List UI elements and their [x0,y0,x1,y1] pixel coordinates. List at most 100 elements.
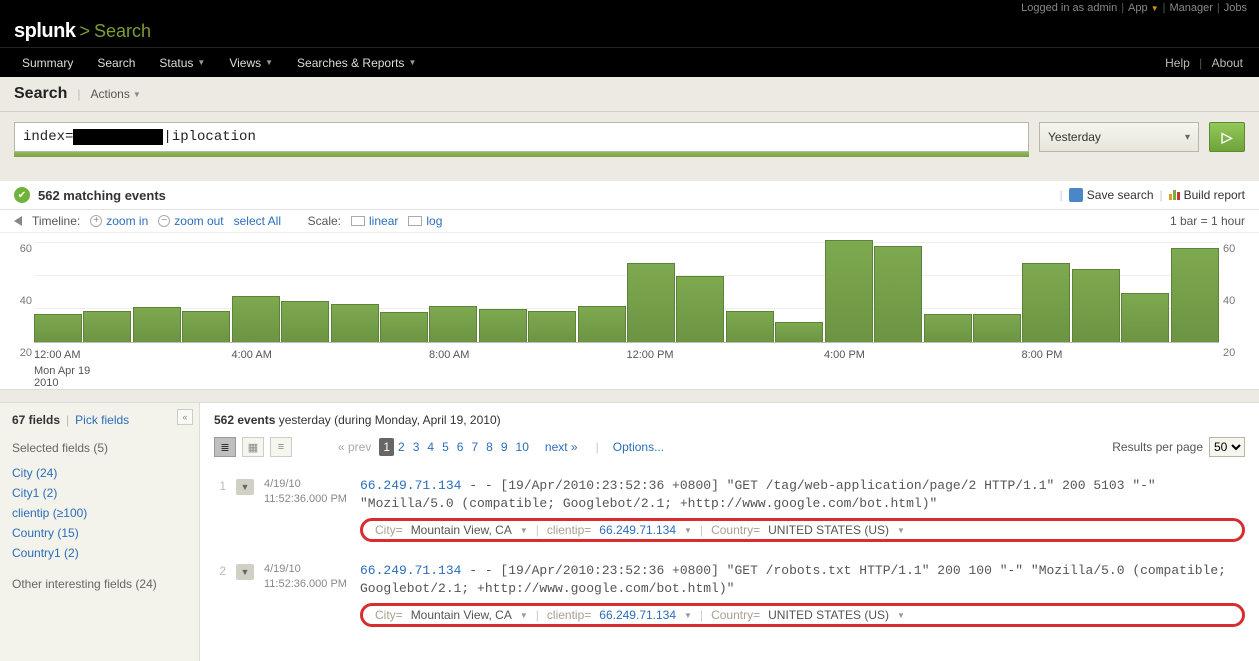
sep: | [1163,2,1166,14]
field-item[interactable]: clientip (≥100) [12,503,187,523]
sep: | [66,413,69,427]
build-report-button[interactable]: Build report [1169,188,1245,202]
prev-page[interactable]: « prev [338,440,371,454]
page-number[interactable]: 1 [379,438,394,456]
field-item[interactable]: Country (15) [12,523,187,543]
event-number: 2 [214,562,226,627]
page-number[interactable]: 7 [467,438,482,456]
timeline-bar[interactable] [578,306,626,342]
timeline-bar[interactable] [1072,269,1120,342]
other-fields-header[interactable]: Other interesting fields (24) [12,577,187,591]
fields-sidebar: « 67 fields | Pick fields Selected field… [0,403,200,661]
about-link[interactable]: About [1206,56,1249,70]
field-item[interactable]: Country1 (2) [12,543,187,563]
y-tick: 20 [10,347,32,359]
timeline-bar[interactable] [479,309,527,342]
timeline-bar[interactable] [1022,263,1070,342]
page-number[interactable]: 2 [394,438,409,456]
timeline-bar[interactable] [775,322,823,342]
expand-event-button[interactable]: ▼ [236,479,254,495]
actions-menu[interactable]: Actions ▼ [91,87,141,101]
field-clientip[interactable]: 66.249.71.134 [599,523,676,537]
page-number[interactable]: 6 [453,438,468,456]
rpp-select[interactable]: 50 [1209,437,1245,457]
clientip-value[interactable]: 66.249.71.134 [360,563,461,578]
select-all-link[interactable]: select All [234,214,281,228]
search-input[interactable]: index= | iplocation [14,122,1029,152]
sep: | [1121,2,1124,14]
page-number[interactable]: 9 [497,438,512,456]
page-number[interactable]: 10 [512,438,533,456]
page-number[interactable]: 3 [409,438,424,456]
expand-event-button[interactable]: ▼ [236,564,254,580]
app-menu[interactable]: App ▼ [1128,2,1159,14]
bottom-split: « 67 fields | Pick fields Selected field… [0,403,1259,661]
jobs-link[interactable]: Jobs [1224,2,1247,14]
page-number[interactable]: 4 [423,438,438,456]
page-number[interactable]: 5 [438,438,453,456]
timeline-bar[interactable] [726,311,774,342]
timeline-bar[interactable] [874,246,922,342]
timeline-collapse-icon[interactable] [14,216,22,226]
viewmode-raw-button[interactable]: ≡ [270,437,292,457]
timeline-bar[interactable] [973,314,1021,342]
nav-search[interactable]: Search [85,56,147,70]
nav-status[interactable]: Status▼ [147,56,217,70]
timeline-chart[interactable]: 604020 604020 12:00 AM4:00 AM8:00 AM12:0… [0,233,1259,389]
viewmode-list-button[interactable]: ≣ [214,437,236,457]
timeline-bar[interactable] [232,296,280,342]
manager-link[interactable]: Manager [1169,2,1212,14]
field-item[interactable]: City (24) [12,463,187,483]
field-key: Country= [711,608,760,622]
app-name: Search [94,21,151,42]
timeline-bar[interactable] [924,314,972,342]
field-country[interactable]: UNITED STATES (US) [768,523,889,537]
timeline-bar[interactable] [182,311,230,342]
save-search-button[interactable]: Save search [1069,188,1154,202]
field-country[interactable]: UNITED STATES (US) [768,608,889,622]
timeline-bar[interactable] [627,263,675,342]
field-key: City= [375,523,403,537]
status-ok-icon: ✔ [14,187,30,203]
selected-fields-header: Selected fields (5) [12,441,187,455]
timeline-bar[interactable] [676,276,724,342]
timeline-bar[interactable] [528,311,576,342]
scale-log-toggle[interactable]: log [408,214,442,228]
timeline-bar[interactable] [83,311,131,342]
search-submit-button[interactable]: ▷ [1209,122,1245,152]
pick-fields-link[interactable]: Pick fields [75,413,129,427]
timeline-bar[interactable] [281,301,329,342]
match-count: 562 matching events [38,188,166,203]
collapse-sidebar-button[interactable]: « [177,409,193,425]
timeline-bar[interactable] [34,314,82,342]
y-tick: 60 [1223,243,1245,255]
timeline-bar[interactable] [1171,248,1219,342]
field-key: City= [375,608,403,622]
timeline-bar[interactable] [429,306,477,342]
zoom-in-link[interactable]: +zoom in [90,214,148,228]
nav-searches-reports[interactable]: Searches & Reports▼ [285,56,428,70]
next-page[interactable]: next » [541,438,582,456]
field-item[interactable]: City1 (2) [12,483,187,503]
caret-down-icon: ▼ [265,58,273,67]
scale-linear-toggle[interactable]: linear [351,214,398,228]
zoom-out-link[interactable]: −zoom out [158,214,223,228]
timeline-bar[interactable] [133,307,181,342]
search-bar: index= | iplocation Yesterday ▾ ▷ [0,112,1259,165]
options-link[interactable]: Options... [613,440,664,454]
field-clientip[interactable]: 66.249.71.134 [599,608,676,622]
page-number[interactable]: 8 [482,438,497,456]
timerange-select[interactable]: Yesterday ▾ [1039,122,1199,152]
nav-views[interactable]: Views▼ [217,56,285,70]
timeline-bar[interactable] [331,304,379,342]
nav-summary[interactable]: Summary [10,56,85,70]
help-link[interactable]: Help [1159,56,1196,70]
clientip-value[interactable]: 66.249.71.134 [360,478,461,493]
timeline-bar[interactable] [380,312,428,342]
viewmode-table-button[interactable]: ▦ [242,437,264,457]
sep: | [77,87,80,101]
timeline-bar[interactable] [1121,293,1169,343]
field-city[interactable]: Mountain View, CA [411,523,512,537]
field-city[interactable]: Mountain View, CA [411,608,512,622]
timeline-bar[interactable] [825,240,873,342]
